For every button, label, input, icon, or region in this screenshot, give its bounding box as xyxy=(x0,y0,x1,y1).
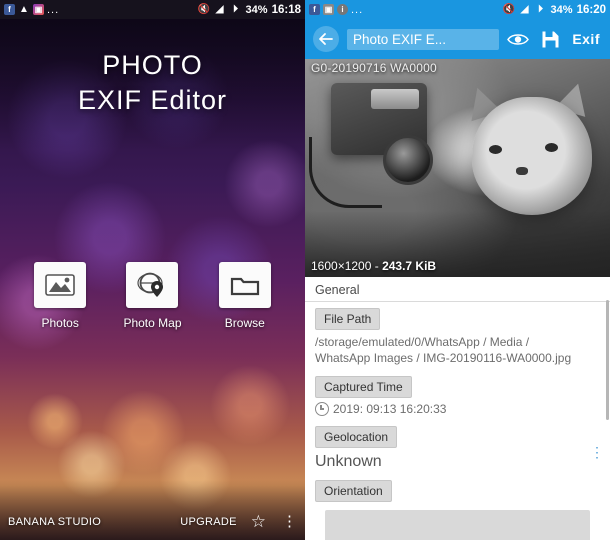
app-title-line2: EXIF Editor xyxy=(77,85,228,115)
browse-tile[interactable] xyxy=(218,262,271,308)
upgrade-button[interactable]: UPGRADE xyxy=(180,516,237,528)
save-icon[interactable] xyxy=(541,30,560,49)
cat-head xyxy=(472,97,592,215)
more-icon: ... xyxy=(351,3,364,16)
app-title-line1: PHOTO xyxy=(102,50,203,80)
field-file-path[interactable]: File Path /storage/emulated/0/WhatsApp /… xyxy=(305,302,610,370)
warning-icon: ▲ xyxy=(19,3,29,15)
cat-nose xyxy=(516,167,528,175)
field-value-geolocation: Unknown xyxy=(315,453,382,470)
launcher-row: Photos Photo Map Browse xyxy=(0,262,305,330)
content-scrollbar[interactable] xyxy=(606,300,609,420)
clock-icon xyxy=(315,402,329,416)
brand-label: BANANA STUDIO xyxy=(8,516,102,528)
launcher-item-browse[interactable]: Browse xyxy=(204,262,286,330)
field-label-geolocation: Geolocation xyxy=(315,426,398,448)
wifi-icon: ◢ xyxy=(520,3,529,15)
more-icon: ... xyxy=(47,3,60,16)
photos-tile[interactable] xyxy=(34,262,87,308)
instagram-icon: ▣ xyxy=(33,4,44,15)
field-label-file-path: File Path xyxy=(315,308,381,330)
right-status-system: 🔇 ◢ ⏵ 34% 16:20 xyxy=(503,4,606,16)
photo-filename-label: G0-20190716 WA0000 xyxy=(311,61,437,75)
captured-time-row: 2019: 09:13 16:20:33 xyxy=(315,402,600,416)
photo-preview[interactable]: G0-20190716 WA0000 1600×1200 - 243.7 KiB xyxy=(305,59,610,277)
field-value-orientation-placeholder xyxy=(325,510,590,540)
right-status-bar: f ▣ i ... 🔇 ◢ ⏵ 34% 16:20 xyxy=(305,0,610,19)
folder-icon xyxy=(230,274,260,297)
eye-icon[interactable] xyxy=(507,32,530,47)
left-status-system: 🔇 ◢ ⏵ 34% 16:18 xyxy=(198,4,301,16)
photo-size-label: 1600×1200 - 243.7 KiB xyxy=(311,259,436,273)
photos-icon xyxy=(45,273,75,297)
field-value-captured-time: 2019: 09:13 16:20:33 xyxy=(333,402,447,416)
launcher-label-photo-map: Photo Map xyxy=(123,316,182,330)
field-captured-time[interactable]: Captured Time 2019: 09:13 16:20:33 xyxy=(305,370,610,420)
cat-eye-right xyxy=(545,143,558,152)
left-status-bar: f ▲ ▣ ... 🔇 ◢ ⏵ 34% 16:18 xyxy=(0,0,305,19)
back-arrow-icon xyxy=(318,32,334,46)
cat-eye-left xyxy=(489,145,502,154)
field-label-captured-time: Captured Time xyxy=(315,376,412,398)
app-title: PHOTO EXIF Editor xyxy=(0,48,305,118)
camera-flash xyxy=(371,89,419,109)
left-status-notifications: f ▲ ▣ ... xyxy=(4,4,198,16)
photo-filesize: 243.7 KiB xyxy=(382,259,437,273)
camera-lens xyxy=(383,135,433,185)
row-overflow-icon[interactable]: ⋮ xyxy=(590,445,604,459)
signal-icon: ⏵ xyxy=(233,3,239,15)
app-bar-actions: Exif xyxy=(507,30,602,49)
wifi-icon: ◢ xyxy=(215,3,224,15)
back-button[interactable] xyxy=(313,26,339,52)
battery-level: 34% xyxy=(245,3,268,16)
facebook-icon: f xyxy=(4,4,15,15)
exif-button[interactable]: Exif xyxy=(572,31,600,47)
field-orientation[interactable]: Orientation xyxy=(305,474,610,540)
left-phone-screen: f ▲ ▣ ... 🔇 ◢ ⏵ 34% 16:18 PHOTO EXIF Edi… xyxy=(0,0,305,540)
app-bar: Photo EXIF E... Exif xyxy=(305,19,610,59)
field-label-orientation: Orientation xyxy=(315,480,392,502)
photo-map-icon xyxy=(137,272,167,298)
clock: 16:18 xyxy=(271,3,301,16)
star-icon[interactable]: ☆ xyxy=(251,512,266,532)
overflow-menu-icon[interactable]: ⋮ xyxy=(282,514,297,529)
clock: 16:20 xyxy=(576,3,606,16)
facebook-icon: f xyxy=(309,4,320,15)
launcher-item-photos[interactable]: Photos xyxy=(19,262,101,330)
screenshot-root: f ▲ ▣ ... 🔇 ◢ ⏵ 34% 16:18 PHOTO EXIF Edi… xyxy=(0,0,610,540)
right-status-notifications: f ▣ i ... xyxy=(309,4,503,16)
right-phone-screen: f ▣ i ... 🔇 ◢ ⏵ 34% 16:20 Photo EXIF E..… xyxy=(305,0,610,540)
launcher-item-photo-map[interactable]: Photo Map xyxy=(111,262,193,330)
mute-icon: 🔇 xyxy=(502,3,515,15)
launcher-label-photos: Photos xyxy=(41,316,79,330)
bottom-bar: BANANA STUDIO UPGRADE ☆ ⋮ xyxy=(0,512,305,532)
field-value-file-path: /storage/emulated/0/WhatsApp / Media / W… xyxy=(315,335,572,365)
image-icon: ▣ xyxy=(323,4,334,15)
field-geolocation[interactable]: Geolocation Unknown ⋮ xyxy=(305,420,610,474)
battery-level: 34% xyxy=(550,3,573,16)
app-bar-title: Photo EXIF E... xyxy=(347,28,500,50)
info-icon: i xyxy=(337,4,348,15)
photo-dimensions: 1600×1200 - xyxy=(311,259,383,273)
launcher-label-browse: Browse xyxy=(224,316,265,330)
signal-icon: ⏵ xyxy=(538,3,544,15)
mute-icon: 🔇 xyxy=(197,3,210,15)
section-header-general: General xyxy=(305,277,610,301)
photo-map-tile[interactable] xyxy=(126,262,179,308)
